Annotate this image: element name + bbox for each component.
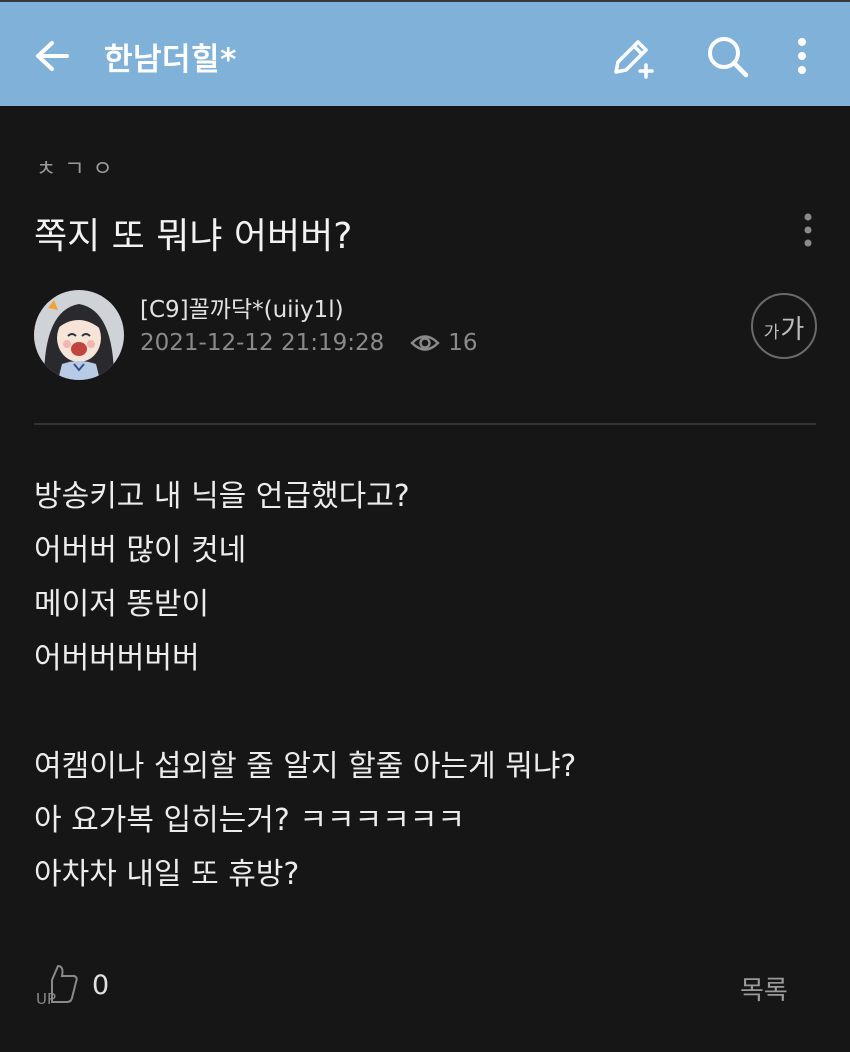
eye-icon — [410, 335, 440, 351]
post-body-line: 아차차 내일 또 휴방? — [34, 857, 300, 892]
post-body: 방송키고 내 닉을 언급했다고? 어버버 많이 컷네 메이저 똥받이 어버버버버… — [34, 470, 576, 902]
top-app-bar: 한남더힐* — [0, 0, 850, 106]
pencil-plus-icon — [614, 40, 654, 79]
like-button[interactable]: UP 0 — [34, 962, 109, 1008]
font-size-button[interactable]: 가 가 — [751, 293, 817, 359]
arrow-left-icon — [36, 41, 69, 71]
post-body-line: 어버버 많이 컷네 — [34, 533, 247, 568]
search-button[interactable] — [703, 32, 751, 80]
like-label: UP — [36, 990, 56, 1008]
post-body-line — [34, 686, 576, 740]
write-button[interactable] — [608, 32, 656, 80]
search-icon — [708, 37, 749, 78]
author-avatar[interactable] — [34, 290, 124, 380]
view-count-value: 16 — [448, 330, 478, 356]
thumbs-up-icon: UP — [36, 964, 78, 1008]
post-body-line: 여캠이나 섭외할 줄 알지 할줄 아는게 뭐냐? — [34, 749, 577, 784]
divider — [34, 423, 816, 425]
author-name[interactable]: [C9]꼴까닥*(uiiy1l) — [140, 290, 344, 324]
post-datetime: 2021-12-12 21:19:28 — [140, 330, 385, 356]
font-size-large-label: 가 — [780, 315, 805, 345]
post-body-line: 아 요가복 입히는거? ㅋㅋㅋㅋㅋㅋ — [34, 803, 465, 838]
more-vertical-icon — [798, 38, 806, 74]
post-title: 쪽지 또 뭐냐 어버버? — [34, 216, 353, 257]
back-button[interactable] — [32, 36, 72, 76]
view-count: 16 — [410, 330, 478, 356]
font-size-small-label: 가 — [763, 323, 780, 343]
post-body-line: 방송키고 내 닉을 언급했다고? — [34, 479, 410, 514]
post-body-line: 어버버버버버 — [34, 641, 200, 676]
more-vertical-icon — [804, 213, 812, 247]
list-button[interactable]: 목록 — [740, 970, 788, 1007]
post-meta: 2021-12-12 21:19:28 16 — [140, 330, 478, 356]
more-menu-button[interactable] — [778, 32, 826, 80]
avatar-image — [34, 290, 124, 380]
post-body-line: 메이저 똥받이 — [34, 587, 210, 622]
board-title[interactable]: 한남더힐* — [104, 34, 237, 79]
like-count: 0 — [92, 969, 110, 1001]
post-more-button[interactable] — [796, 210, 820, 250]
post-category: ㅊㄱㅇ — [36, 157, 121, 182]
